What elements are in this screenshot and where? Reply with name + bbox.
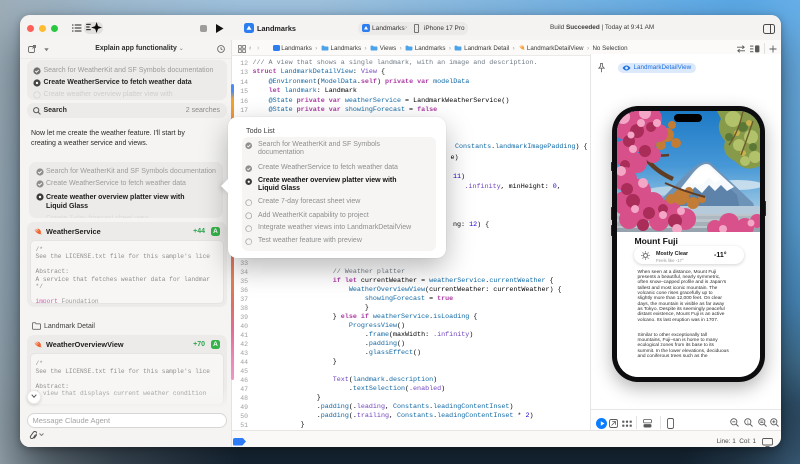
svg-text:1: 1	[747, 419, 750, 424]
